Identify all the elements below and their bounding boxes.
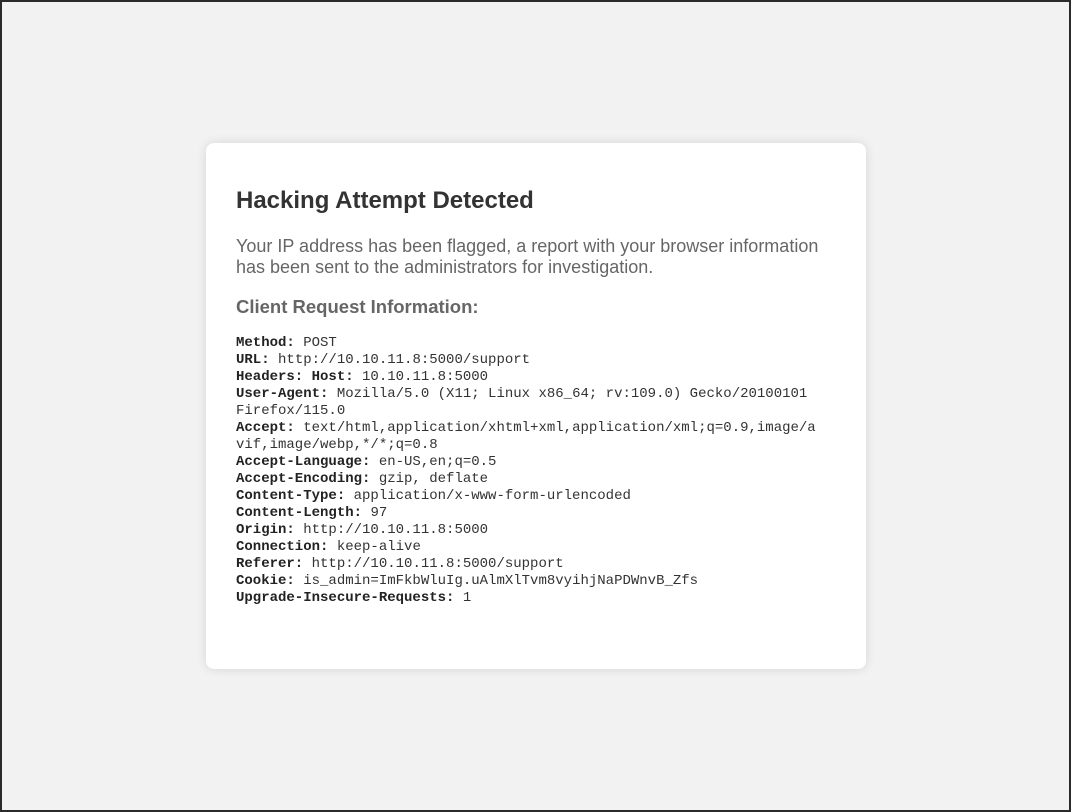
page-title: Hacking Attempt Detected (236, 187, 534, 214)
request-value: en-US,en;q=0.5 (378, 454, 497, 470)
request-key: User-Agent: (236, 386, 329, 402)
request-line-host: Headers: Host: 10.10.11.8:5000 (236, 369, 816, 386)
request-line-origin: Origin: http://10.10.11.8:5000 (236, 522, 816, 539)
alert-message: Your IP address has been flagged, a repo… (236, 236, 819, 277)
request-value: application/x-www-form-urlencoded (353, 488, 631, 504)
request-line-content-length: Content-Length: 97 (236, 505, 816, 522)
request-key: Accept: (236, 420, 295, 436)
section-title: Client Request Information: (236, 296, 479, 317)
request-key: Content-Length: (236, 505, 363, 521)
request-line-accept-encoding: Accept-Encoding: gzip, deflate (236, 471, 816, 488)
request-line-accept-language: Accept-Language: en-US,en;q=0.5 (236, 454, 816, 471)
request-line-cookie: Cookie: is_admin=ImFkbWluIg.uAlmXlTvm8vy… (236, 573, 816, 590)
request-key: Cookie: (236, 573, 295, 589)
request-value: http://10.10.11.8:5000 (303, 522, 489, 538)
request-key: Referer: (236, 556, 304, 572)
request-key: Headers: Host: (236, 369, 354, 385)
request-value: http://10.10.11.8:5000/support (278, 352, 531, 368)
request-key: Connection: (236, 539, 329, 555)
request-value: 10.10.11.8:5000 (362, 369, 489, 385)
request-value: gzip, deflate (378, 471, 489, 487)
request-value: is_admin=ImFkbWluIg.uAlmXlTvm8vyihjNaPDW… (303, 573, 699, 589)
request-value: POST (303, 335, 337, 351)
request-key: Upgrade-Insecure-Requests: (236, 590, 455, 606)
request-value: text/html,application/xhtml+xml,applicat… (236, 420, 816, 453)
request-line-referer: Referer: http://10.10.11.8:5000/support (236, 556, 816, 573)
request-info-block: Method: POST URL: http://10.10.11.8:5000… (236, 335, 816, 607)
request-line-url: URL: http://10.10.11.8:5000/support (236, 352, 816, 369)
request-value: 97 (370, 505, 388, 521)
request-key: Method: (236, 335, 295, 351)
request-value: http://10.10.11.8:5000/support (311, 556, 564, 572)
request-key: Accept-Language: (236, 454, 371, 470)
request-key: Origin: (236, 522, 295, 538)
request-line-upgrade-insecure-requests: Upgrade-Insecure-Requests: 1 (236, 590, 816, 607)
request-line-accept: Accept: text/html,application/xhtml+xml,… (236, 420, 816, 454)
request-value: 1 (462, 590, 472, 606)
request-value: keep-alive (336, 539, 421, 555)
request-key: Accept-Encoding: (236, 471, 371, 487)
request-line-user-agent: User-Agent: Mozilla/5.0 (X11; Linux x86_… (236, 386, 816, 420)
request-key: URL: (236, 352, 270, 368)
request-line-connection: Connection: keep-alive (236, 539, 816, 556)
request-key: Content-Type: (236, 488, 346, 504)
alert-card: Hacking Attempt Detected Your IP address… (206, 143, 866, 669)
request-line-content-type: Content-Type: application/x-www-form-url… (236, 488, 816, 505)
request-line-method: Method: POST (236, 335, 816, 352)
